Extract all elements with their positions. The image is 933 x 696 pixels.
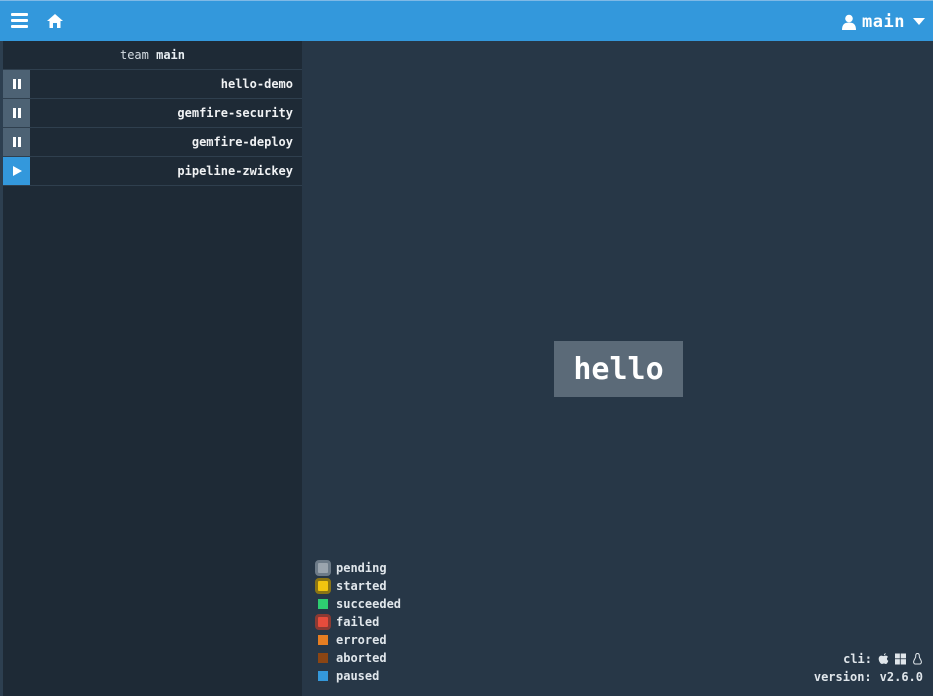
sidebar: team main hello-demo gemfire-security gemf… <box>0 41 302 696</box>
legend-swatch <box>312 595 334 613</box>
cli-label: cli: <box>843 652 872 666</box>
user-menu[interactable]: main <box>842 11 925 33</box>
pipeline-item-gemfire-deploy[interactable]: gemfire-deploy <box>3 128 302 157</box>
linux-icon[interactable] <box>912 653 923 665</box>
job-box[interactable]: hello <box>554 341 683 397</box>
team-prefix: team <box>119 48 149 62</box>
caret-down-icon <box>913 18 925 25</box>
pipeline-name[interactable]: hello-demo <box>221 70 293 98</box>
pause-icon <box>12 108 21 118</box>
legend-swatch <box>312 667 334 685</box>
legend-item-pending: pending <box>312 559 401 577</box>
legend-swatch <box>312 559 334 577</box>
legend-label: failed <box>336 615 380 629</box>
home-icon[interactable] <box>45 11 65 31</box>
legend-label: aborted <box>336 651 387 665</box>
pipeline-item-pipeline-zwickey[interactable]: pipeline-zwickey <box>3 157 302 186</box>
legend-label: succeeded <box>336 597 402 611</box>
pipeline-name[interactable]: pipeline-zwickey <box>177 157 293 185</box>
windows-icon[interactable] <box>895 653 906 665</box>
pause-icon <box>12 137 21 147</box>
legend-item-errored: errored <box>312 631 401 649</box>
legend-item-succeeded: succeeded <box>312 595 401 613</box>
footer: cli: version: v2.6.0 <box>814 650 923 686</box>
pipeline-list: hello-demo gemfire-security gemfire-deploy… <box>3 70 302 186</box>
pipeline-pause-toggle[interactable] <box>3 157 30 185</box>
team-header: team main <box>3 41 302 70</box>
pipeline-unpause-toggle[interactable] <box>3 128 30 156</box>
user-name: main <box>862 12 905 32</box>
top-bar: main <box>0 0 933 41</box>
legend-swatch <box>312 649 334 667</box>
version-value: v2.6.0 <box>879 670 923 684</box>
legend: pending started succeeded failed errored abor… <box>312 559 401 685</box>
legend-label: pending <box>336 561 387 575</box>
legend-item-failed: failed <box>312 613 401 631</box>
pipeline-unpause-toggle[interactable] <box>3 99 30 127</box>
apple-icon[interactable] <box>878 653 889 665</box>
pipeline-unpause-toggle[interactable] <box>3 70 30 98</box>
menu-icon[interactable] <box>11 13 28 29</box>
pipeline-name[interactable]: gemfire-deploy <box>192 128 293 156</box>
pipeline-item-gemfire-security[interactable]: gemfire-security <box>3 99 302 128</box>
team-name[interactable]: main <box>156 48 185 62</box>
legend-item-paused: paused <box>312 667 401 685</box>
version-label: version: <box>813 670 872 684</box>
play-icon <box>12 166 22 176</box>
pause-icon <box>12 79 21 89</box>
legend-label: errored <box>336 633 387 647</box>
legend-label: paused <box>336 669 380 683</box>
legend-item-started: started <box>312 577 401 595</box>
legend-label: started <box>336 579 387 593</box>
pipeline-item-hello-demo[interactable]: hello-demo <box>3 70 302 99</box>
legend-item-aborted: aborted <box>312 649 401 667</box>
legend-swatch <box>312 577 334 595</box>
legend-swatch <box>312 613 334 631</box>
pipeline-name[interactable]: gemfire-security <box>177 99 293 127</box>
legend-swatch <box>312 631 334 649</box>
pipeline-view: hello pending started succeeded failed error… <box>302 41 933 696</box>
user-icon <box>842 14 857 30</box>
